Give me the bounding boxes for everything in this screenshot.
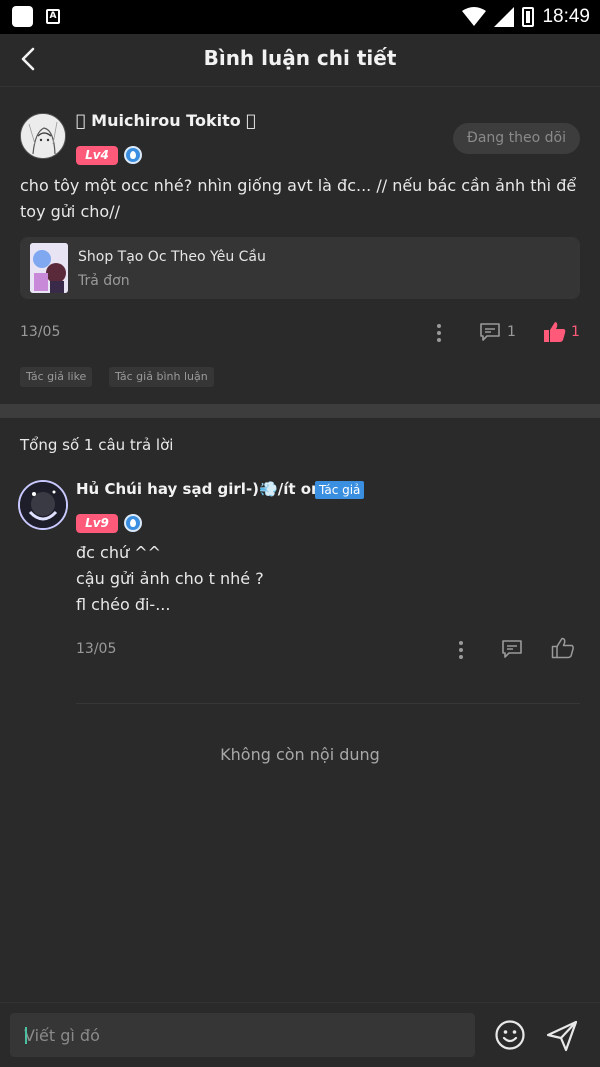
section-separator: [0, 404, 600, 418]
reply-icon[interactable]: [479, 321, 501, 343]
tag-author-commented: Tác giả bình luận: [109, 367, 214, 387]
level-badge: Lv9: [76, 514, 118, 533]
signal-icon: [494, 7, 515, 27]
wifi-icon: [462, 7, 487, 26]
avatar-drawing: [20, 482, 66, 528]
clock: 18:49: [542, 6, 590, 27]
battery-icon: [522, 7, 535, 27]
reply-line: cậu gửi ảnh cho t nhé ?: [76, 569, 264, 588]
like-count: 1: [571, 324, 580, 340]
author-badge: Tác giả: [315, 481, 365, 499]
thumbs-up-filled-icon[interactable]: [543, 321, 567, 343]
reply-date: 13/05: [76, 641, 117, 657]
reply-line: đc chứ ^^: [76, 543, 162, 562]
shop-card[interactable]: Shop Tạo Oc Theo Yêu Cầu Trả đơn: [20, 237, 580, 299]
avatar[interactable]: [20, 113, 66, 159]
smiley-icon[interactable]: [494, 1019, 526, 1051]
more-options-icon[interactable]: [458, 641, 464, 661]
app-notification-icon: [12, 6, 33, 27]
tag-author-liked: Tác giả like: [20, 367, 93, 387]
reply-line: fl chéo đi-...: [76, 595, 171, 614]
text-cursor: [25, 1027, 27, 1044]
status-bar: A 18:49: [0, 0, 600, 34]
username[interactable]: Hủ Chúi hay sạd girl-)💨/ít on: [76, 480, 322, 498]
shop-name: Shop Tạo Oc Theo Yêu Cầu: [78, 249, 266, 265]
shop-thumbnail: [30, 243, 68, 293]
avatar-drawing: [21, 114, 65, 158]
font-notification-icon: A: [46, 9, 60, 24]
shop-thumbnail-art: [30, 243, 68, 293]
end-of-content-label: Không còn nội dung: [220, 745, 380, 764]
avatar[interactable]: [18, 480, 68, 530]
reply-icon[interactable]: [501, 638, 523, 660]
verified-icon: [124, 514, 142, 532]
more-options-icon[interactable]: [436, 324, 442, 344]
main-comment:   Muichirou Tokito   Lv4 Đang theo dõi c…: [0, 86, 600, 404]
username[interactable]:   Muichirou Tokito  : [76, 111, 256, 130]
level-badge: Lv4: [76, 146, 118, 165]
reply-count: 1: [507, 324, 516, 340]
verified-icon: [124, 146, 142, 164]
page-title: Bình luận chi tiết: [203, 46, 397, 70]
total-replies-label: Tổng số 1 câu trả lời: [20, 436, 174, 454]
divider: [76, 703, 580, 704]
reply-text: đc chứ ^^ cậu gửi ảnh cho t nhé ? fl ché…: [76, 540, 264, 618]
app-header: Bình luận chi tiết: [0, 34, 600, 86]
shop-subtitle: Trả đơn: [78, 273, 130, 289]
send-icon[interactable]: [545, 1019, 579, 1053]
comment-input[interactable]: [10, 1013, 475, 1057]
comment-text: cho tôy một occ nhé? nhìn giống avt là đ…: [20, 176, 577, 221]
following-button[interactable]: Đang theo dõi: [453, 123, 580, 154]
thumbs-up-icon[interactable]: [551, 637, 575, 659]
comment-date: 13/05: [20, 324, 61, 340]
status-indicators: 18:49: [462, 4, 590, 30]
comment-input-bar: [0, 1002, 600, 1067]
